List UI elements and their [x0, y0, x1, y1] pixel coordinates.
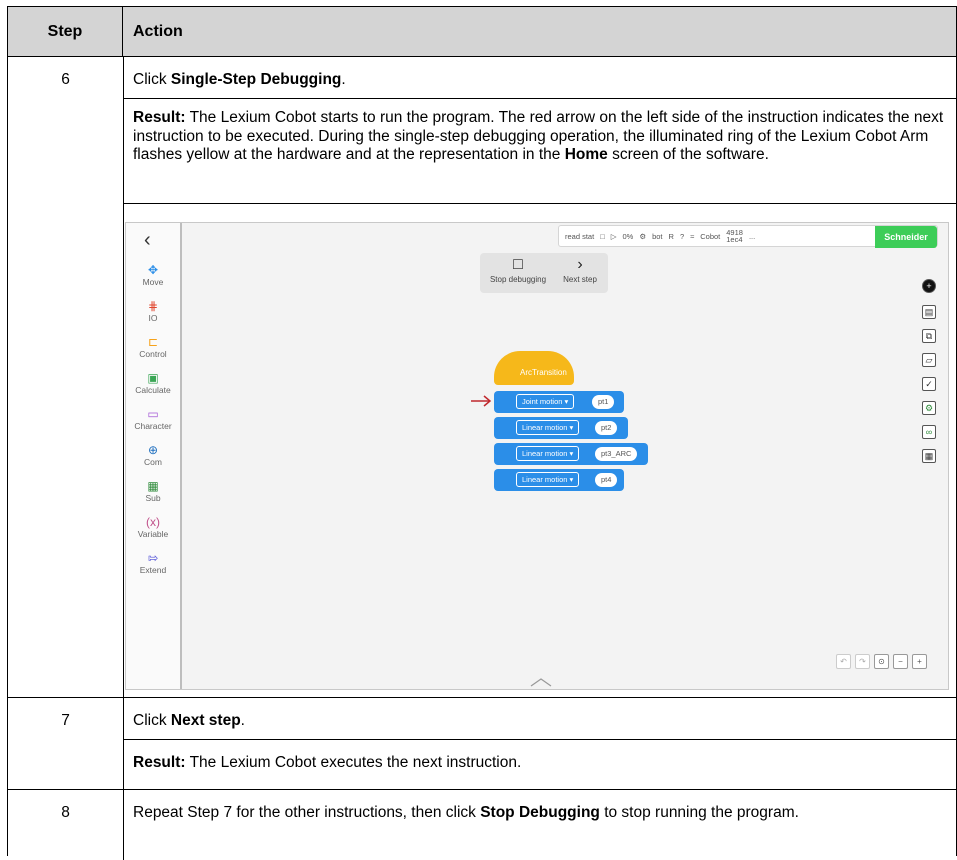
step-number: 8 — [8, 790, 124, 860]
point-pill[interactable]: pt1 — [592, 395, 615, 409]
brand-logo: Schneider — [875, 226, 937, 248]
motion-dropdown[interactable]: Linear motion ▾ — [516, 472, 580, 487]
cell-divider — [124, 739, 956, 740]
result-text: Result: The Lexium Cobot executes the ne… — [133, 754, 522, 771]
save-icon[interactable]: ▤ — [922, 305, 936, 319]
redo-icon[interactable]: ↷ — [855, 654, 870, 669]
grid-icon: ▦ — [147, 479, 159, 493]
point-pill[interactable]: pt3_ARC — [595, 447, 638, 461]
motion-dropdown[interactable]: Linear motion ▾ — [516, 420, 580, 435]
undo-icon[interactable]: ↶ — [836, 654, 851, 669]
cell-divider — [124, 98, 956, 99]
play-icon[interactable]: ▷ — [611, 232, 617, 241]
point-pill[interactable]: pt4 — [595, 473, 618, 487]
debug-toolbar: □ Stop debugging › Next step — [480, 253, 608, 293]
copy-icon[interactable]: ⧉ — [922, 329, 936, 343]
table-header: Step Action — [8, 7, 956, 57]
io-icon: ⋕ — [147, 299, 159, 313]
block-palette: ‹ ✥ Move ⋕ IO ⊏ Control ▣ Calculate ▭ Charact… — [126, 223, 182, 689]
step-number: 6 — [8, 57, 124, 697]
robot-label[interactable]: bot — [652, 232, 662, 241]
palette-item-extend[interactable]: ⇰ Extend — [126, 551, 180, 575]
program-block[interactable]: Linear motion ▾ pt3_ARC — [494, 443, 648, 465]
header-action: Action — [133, 22, 183, 40]
globe-icon: ⊕ — [147, 443, 159, 457]
cell-divider — [124, 203, 956, 204]
more-menu[interactable]: ... — [749, 232, 755, 241]
software-screenshot: ‹ ✥ Move ⋕ IO ⊏ Control ▣ Calculate ▭ Charact… — [125, 222, 949, 690]
settings-icon[interactable]: ⚙ — [639, 232, 646, 241]
program-hat-block[interactable]: ArcTransition — [494, 351, 574, 385]
palette-item-sub[interactable]: ▦ Sub — [126, 479, 180, 503]
program-block[interactable]: Linear motion ▾ pt4 — [494, 469, 624, 491]
add-icon[interactable]: + — [922, 279, 936, 293]
program-block[interactable]: Joint motion ▾ pt1 — [494, 391, 624, 413]
cobot-label: Cobot — [700, 231, 721, 241]
speed-percent: 0% — [622, 231, 634, 241]
point-pill[interactable]: pt2 — [595, 421, 618, 435]
program-block[interactable]: Linear motion ▾ pt2 — [494, 417, 628, 439]
zoom-in-icon[interactable]: + — [912, 654, 927, 669]
extend-icon: ⇰ — [147, 551, 159, 565]
instruction-text: Click Next step. — [133, 712, 245, 729]
r-label[interactable]: R — [669, 232, 674, 241]
stop-icon[interactable]: □ — [600, 232, 605, 241]
motion-dropdown[interactable]: Joint motion ▾ — [516, 394, 575, 409]
next-step-label: Next step — [170, 712, 241, 729]
palette-item-move[interactable]: ✥ Move — [126, 263, 180, 287]
wifi-icon: ≈ — [690, 231, 695, 241]
stop-debugging-button[interactable]: □ Stop debugging — [484, 255, 552, 284]
calculator-icon[interactable]: ▦ — [922, 449, 936, 463]
zoom-reset-icon[interactable]: ⊙ — [874, 654, 889, 669]
step-number: 7 — [8, 698, 124, 789]
single-step-debugging-label: Single-Step Debugging — [170, 71, 342, 88]
palette-item-com[interactable]: ⊕ Com — [126, 443, 180, 467]
palette-item-control[interactable]: ⊏ Control — [126, 335, 180, 359]
gear-badge-icon[interactable]: ⚙ — [922, 401, 936, 415]
stop-debugging-label: Stop Debugging — [480, 804, 600, 821]
palette-item-calculate[interactable]: ▣ Calculate — [126, 371, 180, 395]
status-toolbar: read stat □ ▷ 0% ⚙ bot R ? ≈ Cobot 4918 1… — [558, 225, 938, 248]
instruction-text: Repeat Step 7 for the other instructions… — [133, 804, 799, 821]
link-badge-icon[interactable]: ∞ — [922, 425, 936, 439]
palette-item-io[interactable]: ⋕ IO — [126, 299, 180, 323]
chevron-right-icon: › — [577, 256, 583, 273]
table-row-step-8: 8 Repeat Step 7 for the other instructio… — [8, 790, 956, 860]
next-step-button[interactable]: › Next step — [556, 255, 604, 284]
header-step: Step — [8, 7, 123, 56]
palette-item-variable[interactable]: (x) Variable — [126, 515, 180, 539]
read-stat-label[interactable]: read stat — [565, 232, 594, 241]
zoom-out-icon[interactable]: − — [893, 654, 908, 669]
palette-item-character[interactable]: ▭ Character — [126, 407, 180, 431]
current-instruction-arrow-icon — [471, 395, 492, 407]
chevron-up-icon[interactable] — [530, 677, 552, 687]
table-row-step-7: 7 Click Next step. Result: The Lexium Co… — [8, 698, 956, 790]
folder-icon[interactable]: ▱ — [922, 353, 936, 367]
calculate-icon: ▣ — [147, 371, 159, 385]
character-icon: ▭ — [147, 407, 159, 421]
result-text: Result: The Lexium Cobot starts to run t… — [133, 109, 944, 163]
stop-square-icon: □ — [513, 256, 523, 273]
move-icon: ✥ — [147, 263, 159, 277]
control-icon: ⊏ — [147, 335, 159, 349]
help-icon[interactable]: ? — [680, 232, 684, 241]
variable-icon: (x) — [146, 515, 160, 529]
cobot-id: 4918 1ec4 — [726, 228, 743, 244]
checkbox-icon[interactable]: ✓ — [922, 377, 936, 391]
back-chevron-icon[interactable]: ‹ — [144, 229, 151, 252]
motion-dropdown[interactable]: Linear motion ▾ — [516, 446, 580, 461]
instruction-text: Click Single-Step Debugging. — [133, 71, 346, 88]
